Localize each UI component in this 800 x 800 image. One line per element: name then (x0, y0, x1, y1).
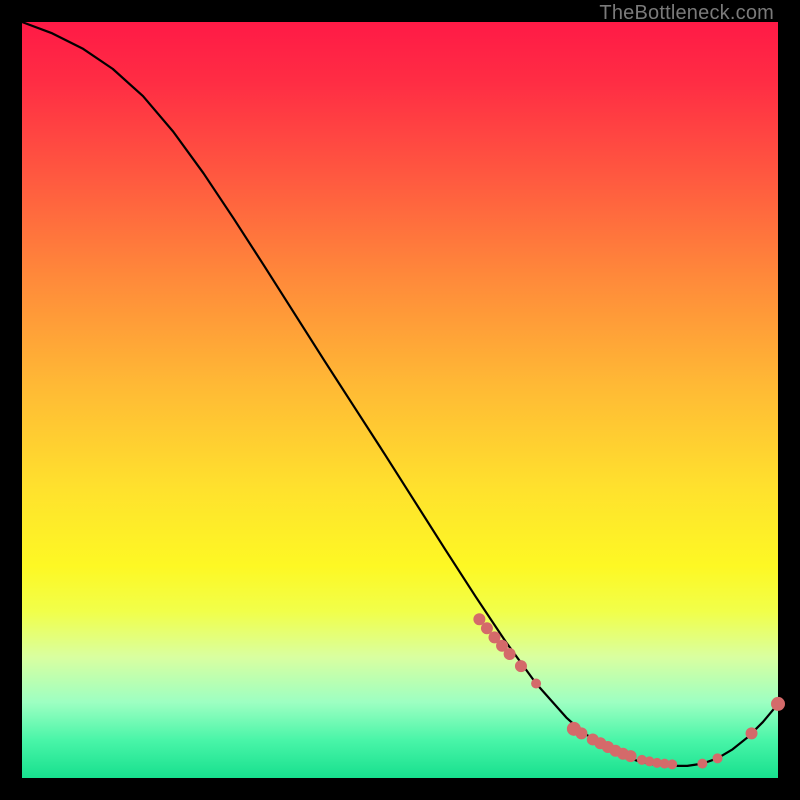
data-point (771, 697, 785, 711)
data-point (531, 679, 541, 689)
data-point (697, 759, 707, 769)
chart-plot-area (22, 22, 778, 778)
data-point (667, 759, 677, 769)
data-point (504, 648, 516, 660)
curve-line (22, 22, 778, 766)
data-point (625, 750, 637, 762)
data-point (515, 660, 527, 672)
chart-frame: TheBottleneck.com (0, 0, 800, 800)
data-point (575, 727, 587, 739)
chart-svg (22, 22, 778, 778)
watermark-label: TheBottleneck.com (599, 2, 774, 25)
data-point (746, 727, 758, 739)
data-point (713, 753, 723, 763)
